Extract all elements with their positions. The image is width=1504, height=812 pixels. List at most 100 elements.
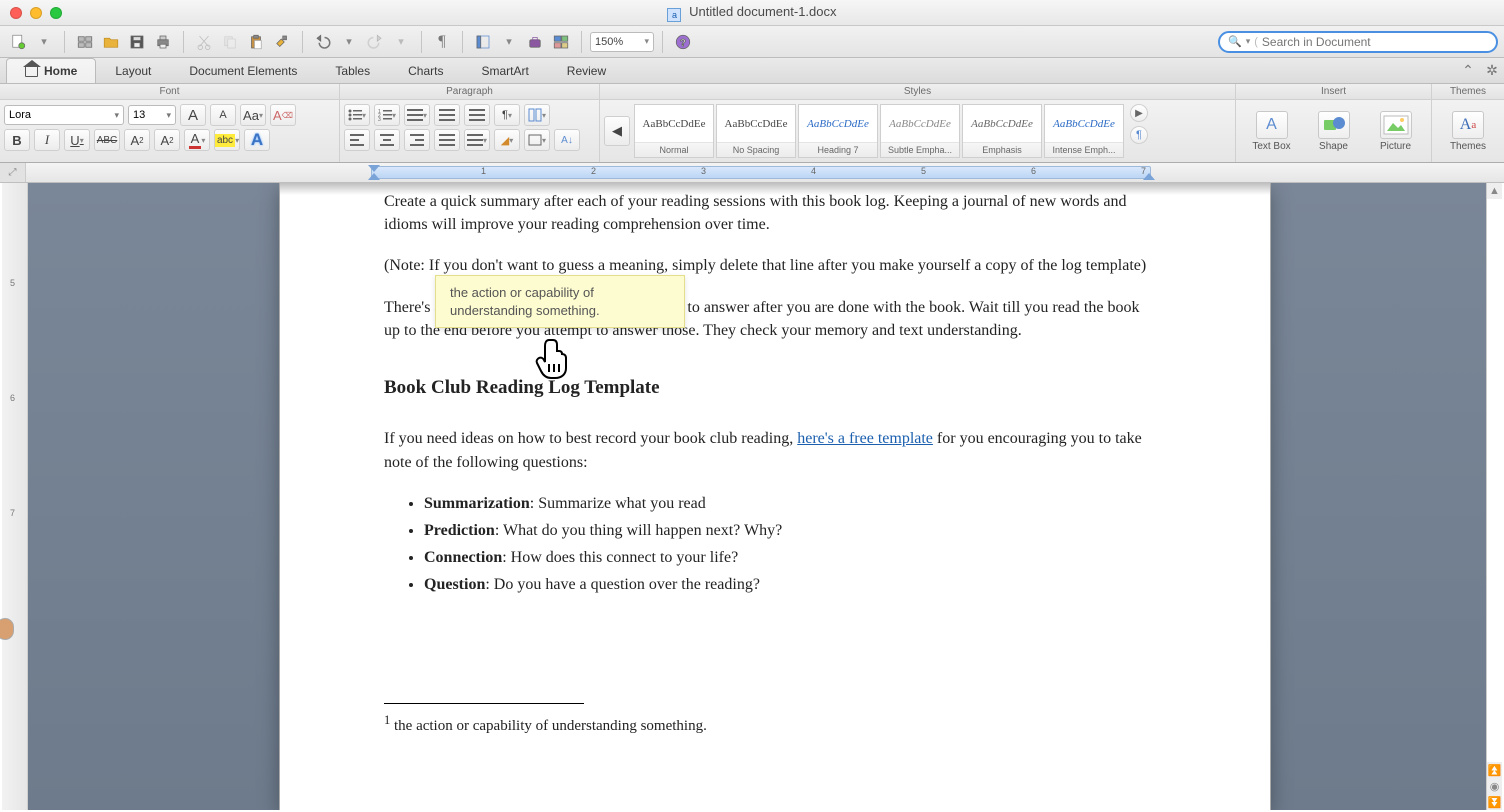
tab-document-elements[interactable]: Document Elements: [170, 58, 316, 83]
print-button[interactable]: [151, 30, 175, 54]
undo-button[interactable]: [311, 30, 335, 54]
font-name-combo[interactable]: Lora▾: [4, 105, 124, 125]
tab-home[interactable]: Home: [6, 58, 96, 83]
zoom-combo[interactable]: 150%▾: [590, 32, 654, 52]
redo-button[interactable]: [363, 30, 387, 54]
toolbox-button[interactable]: [523, 30, 547, 54]
increase-indent-button[interactable]: [464, 104, 490, 126]
align-left-button[interactable]: [344, 129, 370, 151]
styles-prev-button[interactable]: ◀: [604, 116, 630, 146]
italic-button[interactable]: I: [34, 129, 60, 151]
bold-button[interactable]: B: [4, 129, 30, 151]
highlight-button[interactable]: abc▾: [214, 129, 240, 151]
style-normal[interactable]: AaBbCcDdEeNormal: [634, 104, 714, 158]
list-item[interactable]: Summarization: Summarize what you read: [424, 492, 1156, 515]
page-up-button[interactable]: ⏫: [1487, 762, 1502, 778]
underline-button[interactable]: U▾: [64, 129, 90, 151]
minimize-window-button[interactable]: [30, 7, 42, 19]
search-field[interactable]: 🔍 ▾ (: [1218, 31, 1498, 53]
format-painter-button[interactable]: [270, 30, 294, 54]
style-heading-7[interactable]: AaBbCcDdEeHeading 7: [798, 104, 878, 158]
tab-review[interactable]: Review: [548, 58, 625, 83]
open-button[interactable]: [99, 30, 123, 54]
decrease-indent-button[interactable]: [434, 104, 460, 126]
sidebar-toggle-button[interactable]: [471, 30, 495, 54]
strikethrough-button[interactable]: ABC: [94, 129, 120, 151]
collaborator-avatar[interactable]: [0, 618, 14, 640]
tab-smartart[interactable]: SmartArt: [462, 58, 547, 83]
borders-button[interactable]: ▾: [524, 129, 550, 151]
styles-gallery[interactable]: AaBbCcDdEeNormalAaBbCcDdEeNo SpacingAaBb…: [634, 104, 1124, 158]
template-link[interactable]: here's a free template: [797, 430, 933, 447]
ruler-corner[interactable]: ⤢: [0, 163, 26, 182]
shading-button[interactable]: ◢▾: [494, 129, 520, 151]
new-dropdown[interactable]: ▾: [32, 30, 56, 54]
save-button[interactable]: [125, 30, 149, 54]
paragraph[interactable]: Create a quick summary after each of you…: [384, 190, 1156, 236]
list-item[interactable]: Question: Do you have a question over th…: [424, 573, 1156, 596]
align-right-button[interactable]: [404, 129, 430, 151]
themes-button[interactable]: AaThemes: [1439, 104, 1497, 158]
grow-font-button[interactable]: A: [180, 104, 206, 126]
text-box-button[interactable]: AText Box: [1243, 104, 1301, 158]
vertical-ruler[interactable]: 567: [2, 183, 28, 810]
redo-dropdown[interactable]: ▾: [389, 30, 413, 54]
new-document-button[interactable]: [6, 30, 30, 54]
multilevel-list-button[interactable]: ▾: [404, 104, 430, 126]
document-body[interactable]: Create a quick summary after each of you…: [384, 190, 1156, 601]
subscript-button[interactable]: A2: [154, 129, 180, 151]
close-window-button[interactable]: [10, 7, 22, 19]
bullets-button[interactable]: ▾: [344, 104, 370, 126]
vertical-scrollbar[interactable]: ▲ ⏫ ◉ ⏬: [1486, 183, 1502, 810]
list-item[interactable]: Connection: How does this connect to you…: [424, 546, 1156, 569]
styles-pane-button[interactable]: ¶: [1130, 126, 1148, 144]
style-no-spacing[interactable]: AaBbCcDdEeNo Spacing: [716, 104, 796, 158]
heading[interactable]: Book Club Reading Log Template: [384, 374, 1156, 402]
shape-button[interactable]: Shape: [1305, 104, 1363, 158]
copy-button[interactable]: [218, 30, 242, 54]
columns-indicator-button[interactable]: ▾: [524, 104, 550, 126]
justify-button[interactable]: [434, 129, 460, 151]
text-effects-button[interactable]: A: [244, 129, 270, 151]
paragraph[interactable]: If you need ideas on how to best record …: [384, 427, 1156, 473]
style-emphasis[interactable]: AaBbCcDdEeEmphasis: [962, 104, 1042, 158]
list-item[interactable]: Prediction: What do you thing will happe…: [424, 519, 1156, 542]
paste-button[interactable]: [244, 30, 268, 54]
clear-formatting-button[interactable]: A⌫: [270, 104, 296, 126]
sort-button[interactable]: A↓: [554, 129, 580, 151]
first-line-indent-marker[interactable]: [368, 165, 380, 172]
horizontal-ruler[interactable]: ⤢ 1234567: [0, 163, 1504, 183]
font-size-combo[interactable]: 13▾: [128, 105, 176, 125]
show-formatting-button[interactable]: ¶: [430, 30, 454, 54]
undo-dropdown[interactable]: ▾: [337, 30, 361, 54]
font-color-button[interactable]: A▾: [184, 129, 210, 151]
style-subtle-empha-[interactable]: AaBbCcDdEeSubtle Empha...: [880, 104, 960, 158]
shrink-font-button[interactable]: A: [210, 104, 236, 126]
document-canvas[interactable]: Create a quick summary after each of you…: [28, 183, 1486, 810]
help-button[interactable]: ?: [671, 30, 695, 54]
superscript-button[interactable]: A2: [124, 129, 150, 151]
template-gallery-button[interactable]: [73, 30, 97, 54]
cut-button[interactable]: [192, 30, 216, 54]
scroll-up-button[interactable]: ▲: [1487, 183, 1502, 199]
text-direction-button[interactable]: ¶▾: [494, 104, 520, 126]
media-browser-button[interactable]: [549, 30, 573, 54]
picture-button[interactable]: Picture: [1367, 104, 1425, 158]
align-center-button[interactable]: [374, 129, 400, 151]
style-intense-emph-[interactable]: AaBbCcDdEeIntense Emph...: [1044, 104, 1124, 158]
tab-layout[interactable]: Layout: [96, 58, 170, 83]
search-input[interactable]: [1262, 35, 1488, 49]
bullet-list[interactable]: Summarization: Summarize what you read Pr…: [424, 492, 1156, 597]
zoom-window-button[interactable]: [50, 7, 62, 19]
left-indent-marker[interactable]: [368, 173, 380, 180]
page-down-button[interactable]: ⏬: [1487, 794, 1502, 810]
sidebar-dropdown[interactable]: ▾: [497, 30, 521, 54]
ribbon-settings-button[interactable]: ✲: [1480, 58, 1504, 82]
footnote[interactable]: 1 the action or capability of understand…: [384, 713, 707, 735]
styles-next-button[interactable]: ▶: [1130, 104, 1148, 122]
collapse-ribbon-button[interactable]: ⌃: [1456, 58, 1480, 82]
tab-tables[interactable]: Tables: [316, 58, 389, 83]
browse-object-button[interactable]: ◉: [1487, 778, 1502, 794]
change-case-button[interactable]: Aa▾: [240, 104, 266, 126]
tab-charts[interactable]: Charts: [389, 58, 462, 83]
